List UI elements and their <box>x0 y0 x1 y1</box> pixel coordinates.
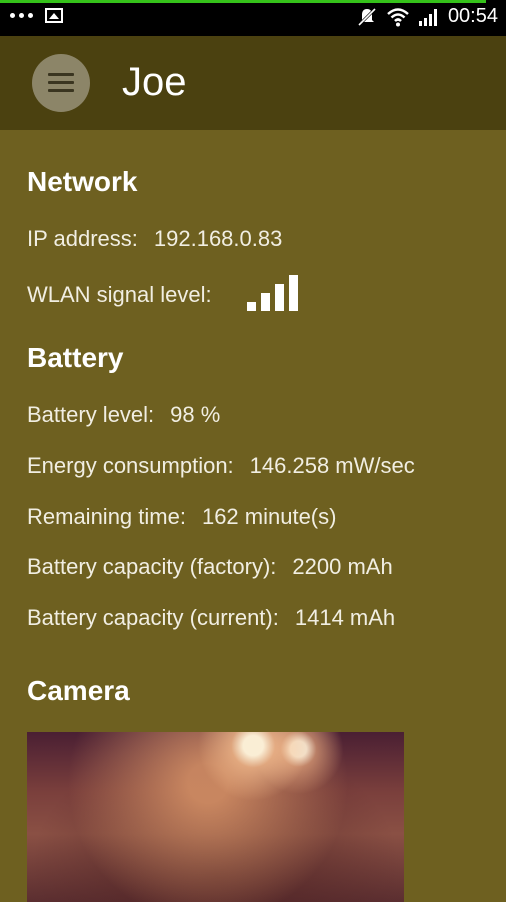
capacity-current-row: Battery capacity (current): 1414 mAh <box>27 605 395 631</box>
ip-address-row: IP address: 192.168.0.83 <box>27 226 282 252</box>
remaining-time-value: 162 minute(s) <box>201 504 337 529</box>
wlan-signal-row: WLAN signal level: <box>27 282 212 308</box>
capacity-current-label: Battery capacity (current): <box>27 605 279 630</box>
wifi-icon <box>387 7 409 26</box>
wlan-signal-icon <box>247 275 298 311</box>
status-bar: 00:54 <box>0 0 506 36</box>
load-progress-bar <box>0 0 486 3</box>
battery-level-value: 98 % <box>170 402 221 427</box>
wlan-signal-bar <box>289 275 298 311</box>
energy-consumption-row: Energy consumption: 146.258 mW/sec <box>27 453 415 479</box>
remaining-time-row: Remaining time: 162 minute(s) <box>27 504 336 530</box>
status-left <box>10 8 63 23</box>
wlan-signal-label: WLAN signal level: <box>27 282 212 307</box>
capacity-factory-value: 2200 mAh <box>292 554 393 579</box>
status-clock: 00:54 <box>447 5 498 27</box>
energy-consumption-value: 146.258 mW/sec <box>249 453 415 478</box>
app-bar: Joe <box>0 36 506 130</box>
capacity-current-value: 1414 mAh <box>294 605 396 630</box>
capacity-factory-row: Battery capacity (factory): 2200 mAh <box>27 554 393 580</box>
battery-level-row: Battery level: 98 % <box>27 402 220 428</box>
more-dots-icon <box>10 13 33 18</box>
energy-consumption-label: Energy consumption: <box>27 453 234 478</box>
battery-level-label: Battery level: <box>27 402 155 427</box>
image-icon <box>45 8 63 23</box>
camera-section-title: Camera <box>27 675 130 706</box>
wlan-signal-bar <box>275 284 284 311</box>
wlan-signal-bar <box>247 302 256 311</box>
battery-section-title: Battery <box>27 342 124 373</box>
capacity-factory-label: Battery capacity (factory): <box>27 554 277 579</box>
status-right: 00:54 <box>356 5 498 28</box>
ip-address-label: IP address: <box>27 226 138 251</box>
ip-address-value: 192.168.0.83 <box>153 226 283 251</box>
cell-signal-icon <box>418 8 437 26</box>
hamburger-menu-icon[interactable] <box>32 54 90 112</box>
remaining-time-label: Remaining time: <box>27 504 186 529</box>
network-section-title: Network <box>27 166 138 197</box>
app-title: Joe <box>122 60 187 104</box>
wlan-signal-bar <box>261 293 270 311</box>
mute-icon <box>357 7 376 26</box>
camera-preview-image[interactable] <box>27 732 404 902</box>
